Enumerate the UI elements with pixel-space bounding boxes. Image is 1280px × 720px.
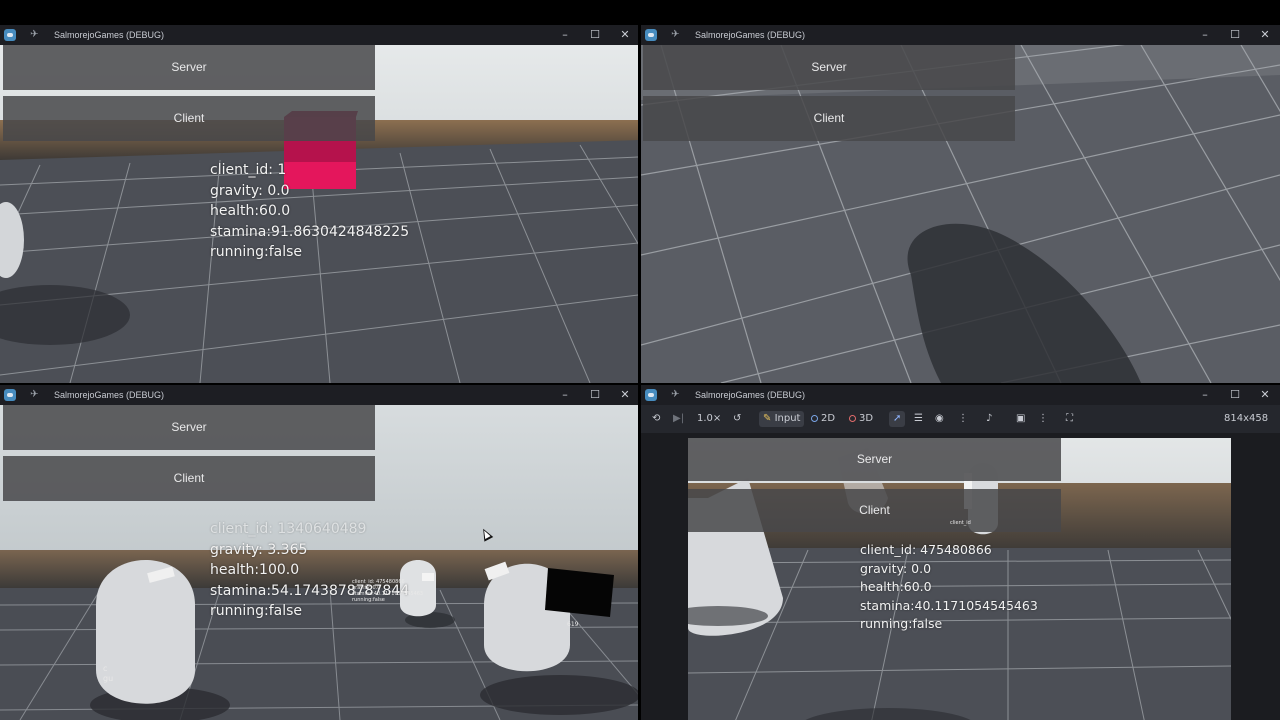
server-button[interactable]: Server bbox=[3, 405, 375, 450]
remote-tag-line: running:false bbox=[352, 597, 385, 603]
game-window-2[interactable]: ✈ SalmorejoGames (DEBUG) – ☐ ✕ Server Cl… bbox=[641, 25, 1280, 383]
close-icon[interactable]: ✕ bbox=[1257, 27, 1273, 43]
game-debug-toolbar: ⟲ ▶| 1.0× ↺ ✎ Input 2D 3D ➚ ☰ ◉ ⋮ ♪ ▣ ⋮ … bbox=[641, 405, 1280, 433]
window-title: SalmorejoGames (DEBUG) bbox=[695, 390, 806, 400]
mode-2d-button[interactable]: 2D bbox=[811, 411, 835, 427]
minimize-icon[interactable]: – bbox=[1197, 387, 1213, 403]
stat-running: running:false bbox=[860, 616, 943, 631]
window-title: SalmorejoGames (DEBUG) bbox=[54, 30, 165, 40]
mode-3d-label: 3D bbox=[859, 413, 874, 424]
pin-icon[interactable]: ✈ bbox=[671, 29, 679, 40]
stat-client-id: client_id: 1 bbox=[210, 162, 287, 178]
suspend-icon[interactable]: ⟲ bbox=[652, 411, 660, 427]
remote-player-tag-619: 619 bbox=[567, 621, 579, 628]
stat-stamina: stamina:40.1171054545463 bbox=[860, 597, 1038, 613]
stat-health: health:60.0 bbox=[860, 579, 932, 594]
close-icon[interactable]: ✕ bbox=[1257, 387, 1273, 403]
resolution-readout: 814x458 bbox=[1224, 413, 1269, 424]
fullscreen-icon[interactable]: ⛶ bbox=[1066, 411, 1073, 427]
pin-icon[interactable]: ✈ bbox=[671, 389, 679, 400]
stat-gravity: gravity: 0.0 bbox=[210, 182, 290, 199]
minimize-icon[interactable]: – bbox=[557, 387, 573, 403]
stat-stamina: stamina:91.8630424848225 bbox=[210, 223, 410, 240]
client-button[interactable]: Client bbox=[688, 489, 1061, 532]
embedded-game-viewport[interactable]: Server Client client_id client_id: 47548… bbox=[688, 438, 1231, 720]
stat-running: running:false bbox=[210, 603, 303, 619]
game-viewport[interactable]: Server Client bbox=[641, 45, 1280, 383]
stat-health: health:60.0 bbox=[210, 203, 291, 219]
visibility-eye-icon[interactable]: ◉ bbox=[935, 411, 944, 427]
game-viewport[interactable]: Server Client client_id: 1 gravity: 0.0 … bbox=[0, 45, 638, 383]
game-window-4[interactable]: ✈ SalmorejoGames (DEBUG) – ☐ ✕ ⟲ ▶| 1.0×… bbox=[641, 385, 1280, 720]
camera-options-icon[interactable]: ⋮ bbox=[1038, 411, 1048, 427]
server-button[interactable]: Server bbox=[3, 45, 375, 90]
client-button[interactable]: Client bbox=[3, 456, 375, 501]
select-tool-icon[interactable]: ➚ bbox=[889, 411, 906, 427]
stat-health: health:100.0 bbox=[210, 562, 300, 578]
window-titlebar[interactable]: ✈ SalmorejoGames (DEBUG) – ☐ ✕ bbox=[641, 25, 1280, 45]
stat-gravity: gravity: 3.365 bbox=[210, 541, 308, 558]
2d-node-icon bbox=[811, 415, 818, 422]
close-icon[interactable]: ✕ bbox=[617, 27, 633, 43]
minimize-icon[interactable]: – bbox=[1197, 27, 1213, 43]
window-title: SalmorejoGames (DEBUG) bbox=[54, 390, 165, 400]
pin-icon[interactable]: ✈ bbox=[30, 389, 38, 400]
stat-client-id: client_id: 475480866 bbox=[860, 542, 992, 557]
maximize-icon[interactable]: ☐ bbox=[1227, 387, 1243, 403]
server-button[interactable]: Server bbox=[688, 438, 1061, 481]
edge-label-c: c bbox=[103, 664, 108, 673]
window-titlebar[interactable]: ✈ SalmorejoGames (DEBUG) – ☐ ✕ bbox=[0, 25, 638, 45]
godot-icon bbox=[645, 29, 657, 41]
godot-icon bbox=[645, 389, 657, 401]
window-titlebar[interactable]: ✈ SalmorejoGames (DEBUG) – ☐ ✕ bbox=[641, 385, 1280, 405]
remote-player-tag: client_id: 475480866 gravity: 0.0 stamin… bbox=[352, 579, 423, 603]
input-mode-button[interactable]: ✎ Input bbox=[759, 411, 805, 427]
maximize-icon[interactable]: ☐ bbox=[587, 387, 603, 403]
client-button[interactable]: Client bbox=[643, 96, 1015, 141]
game-window-1[interactable]: ✈ SalmorejoGames (DEBUG) – ☐ ✕ Server Cl… bbox=[0, 25, 638, 383]
stat-gravity: gravity: 0.0 bbox=[860, 560, 932, 576]
pin-icon[interactable]: ✈ bbox=[30, 29, 38, 40]
next-frame-icon[interactable]: ▶| bbox=[673, 411, 684, 427]
godot-icon bbox=[4, 29, 16, 41]
embedded-game-area: Server Client client_id client_id: 47548… bbox=[641, 433, 1280, 720]
minimize-icon[interactable]: – bbox=[557, 27, 573, 43]
mode-3d-button[interactable]: 3D bbox=[849, 411, 873, 427]
maximize-icon[interactable]: ☐ bbox=[587, 27, 603, 43]
player-stats: client_id: 1340640489 gravity: 3.365 hea… bbox=[210, 519, 409, 622]
stat-client-id: client_id: 1340640489 bbox=[210, 521, 367, 537]
client-button[interactable]: Client bbox=[3, 96, 375, 141]
list-select-icon[interactable]: ☰ bbox=[914, 411, 923, 427]
godot-icon bbox=[4, 389, 16, 401]
server-button[interactable]: Server bbox=[643, 45, 1015, 90]
remote-player-tag: client_id bbox=[950, 520, 971, 526]
audio-icon[interactable]: ♪ bbox=[986, 411, 992, 427]
game-viewport[interactable]: Server Client client_id: 1340640489 grav… bbox=[0, 405, 638, 720]
camera-icon[interactable]: ▣ bbox=[1016, 411, 1025, 427]
reset-speed-icon[interactable]: ↺ bbox=[733, 411, 741, 427]
game-window-3[interactable]: ✈ SalmorejoGames (DEBUG) – ☐ ✕ Server Cl… bbox=[0, 385, 638, 720]
window-title: SalmorejoGames (DEBUG) bbox=[695, 30, 806, 40]
close-icon[interactable]: ✕ bbox=[617, 387, 633, 403]
stat-running: running:false bbox=[210, 244, 303, 260]
more-options-icon[interactable]: ⋮ bbox=[958, 411, 968, 427]
maximize-icon[interactable]: ☐ bbox=[1227, 27, 1243, 43]
3d-node-icon bbox=[849, 415, 856, 422]
pointer-icon: ✎ bbox=[763, 413, 772, 424]
speed-selector[interactable]: 1.0× bbox=[697, 411, 721, 427]
mode-2d-label: 2D bbox=[821, 413, 836, 424]
player-stats: client_id: 475480866 gravity: 0.0 health… bbox=[860, 541, 1038, 634]
input-mode-label: Input bbox=[774, 413, 801, 424]
player-stats: client_id: 1 gravity: 0.0 health:60.0 st… bbox=[210, 160, 409, 263]
edge-label-gu: gu bbox=[103, 674, 114, 683]
window-titlebar[interactable]: ✈ SalmorejoGames (DEBUG) – ☐ ✕ bbox=[0, 385, 638, 405]
